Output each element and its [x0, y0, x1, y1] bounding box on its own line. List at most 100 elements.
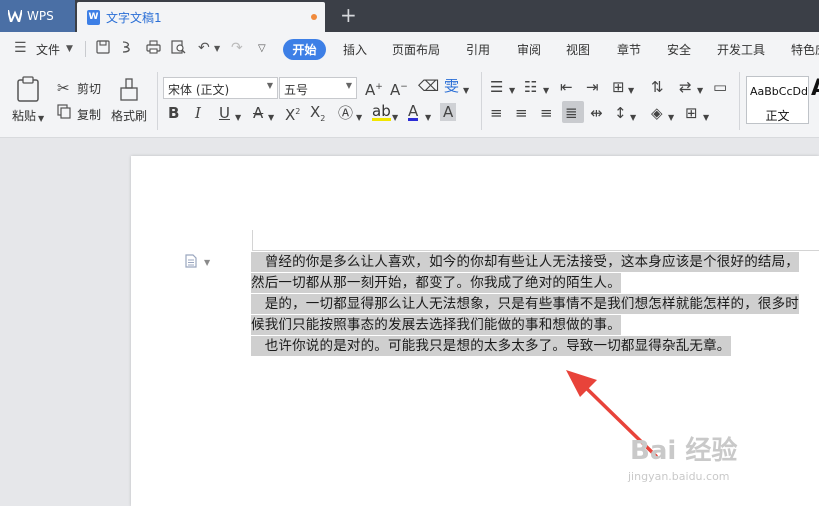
output-pdf-icon[interactable]: [120, 40, 134, 58]
margin-corner-horizontal: [252, 250, 819, 251]
text-box-icon[interactable]: ▭: [713, 78, 727, 96]
paragraph-line[interactable]: 候我们只能按照事态的发展去选择我们能做的事和想做的事。: [251, 315, 621, 335]
cut-icon[interactable]: ✂: [57, 79, 70, 97]
font-name-value: 宋体 (正文): [168, 83, 230, 97]
line-spacing-dropdown-icon[interactable]: ▼: [630, 109, 636, 127]
font-color-icon[interactable]: A: [408, 104, 419, 121]
chevron-down-icon: ▼: [266, 81, 273, 90]
italic-icon[interactable]: I: [195, 104, 201, 122]
watermark-url: jingyan.baidu.com: [628, 470, 730, 483]
font-size-select[interactable]: 五号 ▼: [279, 77, 357, 99]
style-normal[interactable]: AaBbCcDd 正文: [746, 76, 809, 124]
align-left-icon[interactable]: ≡: [490, 104, 503, 122]
wps-home-tab[interactable]: WPS: [0, 0, 75, 32]
tab-view[interactable]: 视图: [566, 41, 590, 58]
redo-icon[interactable]: ↷: [231, 40, 243, 56]
format-painter-icon[interactable]: [119, 78, 139, 106]
highlight-icon[interactable]: ab: [372, 104, 391, 121]
font-color-dropdown-icon[interactable]: ▼: [425, 109, 431, 127]
copy-button[interactable]: 复制: [77, 106, 101, 123]
unsaved-indicator-icon: [311, 14, 317, 20]
show-hide-dropdown-icon[interactable]: ▼: [697, 82, 703, 100]
character-shading-icon[interactable]: A: [440, 103, 457, 121]
increase-indent-icon[interactable]: ⇥: [586, 78, 599, 96]
increase-font-size-icon[interactable]: A+: [365, 78, 383, 99]
print-preview-icon[interactable]: [171, 40, 186, 58]
paragraph-line[interactable]: 然后一切都从那一刻开始，都变了。你我成了绝对的陌生人。: [251, 273, 621, 293]
paste-label[interactable]: 粘贴: [12, 107, 36, 124]
highlight-dropdown-icon[interactable]: ▼: [392, 109, 398, 127]
align-center-icon[interactable]: ≡: [515, 104, 528, 122]
subscript-icon[interactable]: X2: [310, 103, 325, 128]
margin-corner-vertical: [252, 230, 253, 251]
hamburger-menu-icon[interactable]: ☰: [14, 40, 27, 56]
writer-doc-icon: W: [87, 9, 100, 25]
chinese-layout-dropdown-icon[interactable]: ▼: [628, 82, 634, 100]
new-tab-button[interactable]: +: [340, 3, 357, 27]
format-painter-label[interactable]: 格式刷: [111, 107, 147, 124]
bullet-list-icon[interactable]: ☰: [490, 78, 503, 96]
paste-icon[interactable]: [16, 76, 40, 106]
paragraph-line[interactable]: 曾经的你是多么让人喜欢，如今的你却有些让人无法接受，这本身应该是个很好的结局，: [251, 252, 799, 272]
tab-page-layout[interactable]: 页面布局: [392, 41, 440, 58]
pinyin-guide-icon[interactable]: 雯: [444, 77, 459, 95]
borders-dropdown-icon[interactable]: ▼: [703, 109, 709, 127]
bold-icon[interactable]: B: [168, 104, 179, 122]
cut-button[interactable]: 剪切: [77, 80, 101, 97]
strikethrough-dropdown-icon[interactable]: ▼: [268, 109, 274, 127]
sort-icon[interactable]: ⇅: [651, 78, 664, 96]
show-hide-marks-icon[interactable]: ⇄: [679, 78, 692, 96]
tab-start[interactable]: 开始: [283, 39, 326, 60]
pinyin-dropdown-icon[interactable]: ▼: [463, 82, 469, 100]
document-tab[interactable]: W 文字文稿1: [77, 2, 325, 32]
paragraph-line[interactable]: 是的，一切都显得那么让人无法想象，只是有些事情不是我们想怎样就能怎样的，很多时: [251, 294, 799, 314]
chevron-down-icon[interactable]: ▼: [66, 44, 73, 54]
borders-icon[interactable]: ⊞: [685, 104, 698, 122]
title-bar: WPS W 文字文稿1 +: [0, 0, 819, 32]
shading-icon[interactable]: ◈: [651, 104, 663, 122]
style-sample-text: AaBbCcDd: [750, 85, 808, 98]
underline-icon[interactable]: U: [219, 104, 230, 122]
toolbar-divider: [739, 72, 740, 130]
copy-icon[interactable]: [57, 104, 71, 123]
undo-dropdown-icon[interactable]: ▼: [214, 44, 220, 53]
customize-toolbar-icon[interactable]: ▽: [258, 43, 266, 54]
print-icon[interactable]: [146, 40, 161, 58]
paste-dropdown-icon[interactable]: ▼: [38, 110, 44, 128]
shading-dropdown-icon[interactable]: ▼: [668, 109, 674, 127]
distributed-align-icon[interactable]: ⇹: [590, 104, 603, 122]
strikethrough-icon[interactable]: A: [253, 104, 263, 122]
toolbar-divider: [481, 72, 482, 130]
menu-divider: [85, 41, 86, 57]
style-heading-preview[interactable]: A: [811, 76, 819, 101]
tab-review[interactable]: 审阅: [517, 41, 541, 58]
paragraph-layout-icon[interactable]: [185, 254, 197, 272]
tab-security[interactable]: 安全: [667, 41, 691, 58]
chinese-layout-icon[interactable]: ⊞: [612, 78, 625, 96]
tab-chapter[interactable]: 章节: [617, 41, 641, 58]
justify-icon[interactable]: ≣: [565, 104, 578, 122]
decrease-font-size-icon[interactable]: A−: [390, 78, 408, 99]
font-name-select[interactable]: 宋体 (正文) ▼: [163, 77, 278, 99]
line-spacing-icon[interactable]: ↕: [614, 104, 627, 122]
tab-insert[interactable]: 插入: [343, 41, 367, 58]
text-effect-icon[interactable]: Ⓐ: [338, 104, 353, 122]
align-right-icon[interactable]: ≡: [540, 104, 553, 122]
tab-references[interactable]: 引用: [466, 41, 490, 58]
paragraph-dropdown-icon[interactable]: ▼: [204, 258, 210, 267]
undo-icon[interactable]: ↶: [198, 40, 210, 56]
bullet-list-dropdown-icon[interactable]: ▼: [509, 82, 515, 100]
clear-formatting-icon[interactable]: ⌫: [418, 77, 439, 95]
numbered-list-dropdown-icon[interactable]: ▼: [543, 82, 549, 100]
numbered-list-icon[interactable]: ☷: [524, 78, 537, 96]
decrease-indent-icon[interactable]: ⇤: [560, 78, 573, 96]
text-effect-dropdown-icon[interactable]: ▼: [356, 109, 362, 127]
menu-file[interactable]: 文件: [36, 41, 60, 58]
save-icon[interactable]: [96, 40, 110, 58]
paragraph-line[interactable]: 也许你说的是对的。可能我只是想的太多太多了。导致一切都显得杂乱无章。: [251, 336, 731, 356]
tab-special[interactable]: 特色应: [791, 41, 819, 58]
superscript-icon[interactable]: X2: [285, 103, 300, 124]
underline-dropdown-icon[interactable]: ▼: [235, 109, 241, 127]
wps-logo-icon: [8, 10, 22, 22]
tab-developer[interactable]: 开发工具: [717, 41, 765, 58]
